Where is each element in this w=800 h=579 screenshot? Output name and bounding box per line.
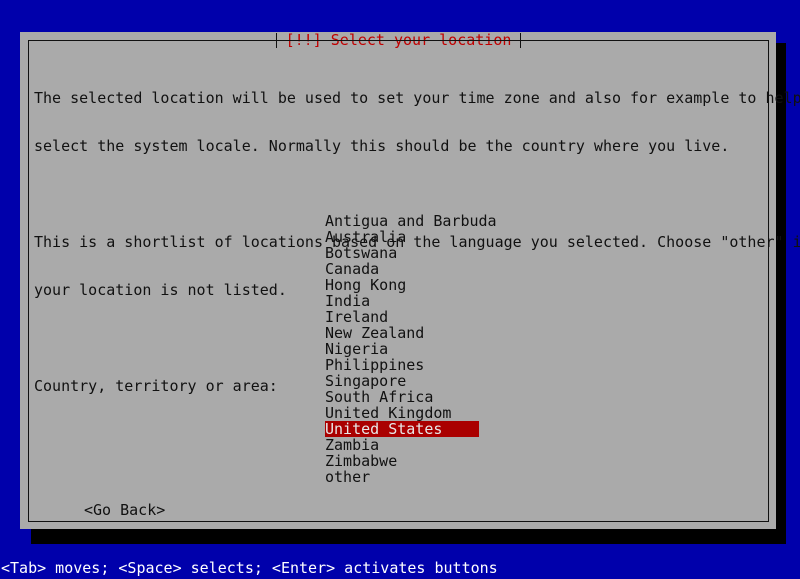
country-item[interactable]: Canada [325, 261, 625, 277]
country-item-selected[interactable]: United States [325, 421, 479, 437]
installer-screen: [!!] Select your location The selected l… [0, 0, 800, 579]
go-back-button[interactable]: <Go Back> [84, 502, 165, 518]
country-item[interactable]: other [325, 469, 625, 485]
description-line-2: select the system locale. Normally this … [34, 137, 730, 155]
country-item[interactable]: India [325, 293, 625, 309]
country-item[interactable]: Botswana [325, 245, 625, 261]
country-item[interactable]: Ireland [325, 309, 625, 325]
status-bar: <Tab> moves; <Space> selects; <Enter> ac… [0, 557, 800, 579]
country-item[interactable]: Nigeria [325, 341, 625, 357]
country-item[interactable]: Zimbabwe [325, 453, 625, 469]
country-list[interactable]: Antigua and Barbuda Australia Botswana Cana… [325, 213, 625, 485]
country-item[interactable]: Philippines [325, 357, 625, 373]
select-location-dialog: [!!] Select your location The selected l… [20, 32, 800, 529]
country-item[interactable]: South Africa [325, 389, 625, 405]
dialog-content: The selected location will be used to se… [34, 58, 800, 521]
country-item[interactable]: Hong Kong [325, 277, 625, 293]
description-line-1: The selected location will be used to se… [34, 89, 800, 107]
paragraph-spacer-1 [34, 186, 764, 202]
country-item[interactable]: Antigua and Barbuda [325, 213, 625, 229]
country-item[interactable]: Singapore [325, 373, 625, 389]
country-item[interactable]: Australia [325, 229, 625, 245]
country-item[interactable]: United Kingdom [325, 405, 625, 421]
country-item[interactable]: Zambia [325, 437, 625, 453]
country-item[interactable]: New Zealand [325, 325, 625, 341]
